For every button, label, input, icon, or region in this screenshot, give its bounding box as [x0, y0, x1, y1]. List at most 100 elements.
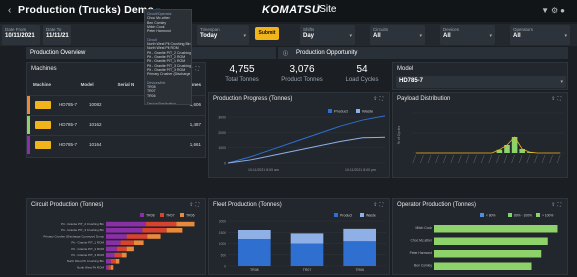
- filter-icon[interactable]: ▼: [541, 6, 551, 15]
- legend-swatch: [160, 213, 164, 217]
- x-tick: [526, 154, 530, 164]
- timespan-select[interactable]: Timespan Today ▾: [197, 25, 249, 45]
- payload-distribution-chart: % of Cycles: [397, 112, 564, 164]
- circuit-production-chart: TR08 TR07 TR06 Pit - Granite PIT_2 Crushing…: [43, 213, 195, 270]
- shifts-select[interactable]: Shifts Day ▾: [300, 25, 355, 45]
- legend-swatch: [180, 213, 184, 217]
- circuit-production-panel: Circuit Production (Tonnes) ⇪⛶ TR08 TR07 T…: [26, 198, 206, 275]
- kpi-card: 3,076 Product Tonnes: [272, 64, 332, 83]
- date-to-label: Date To: [46, 27, 62, 32]
- kpi-label: Total Tonnes: [225, 77, 259, 83]
- series-line-waste: [227, 136, 386, 164]
- x-tick: [541, 154, 546, 164]
- category-label: Primary Crusher (Discharge Conveyor) Dum…: [43, 234, 104, 238]
- legend-label: TR08: [146, 214, 155, 218]
- dropdown-item[interactable]: Device/Destination: [147, 102, 189, 104]
- panel-icons: ⇪⛶: [373, 96, 385, 102]
- expand-icon[interactable]: ⛶: [557, 96, 563, 102]
- machine-tonnes: 1,661: [189, 142, 201, 147]
- production-progress-title: Production Progress (Tonnes) ⇪⛶: [213, 96, 385, 102]
- row-color-stripe: [27, 96, 30, 114]
- circuits-select[interactable]: Circuits All ▾: [370, 25, 425, 45]
- fleet-bar: [343, 228, 376, 242]
- model-select[interactable]: HD785-7 ▾: [396, 76, 566, 88]
- operator-production-chart: < 80% 80% - 100% > 100% Mitch Cook Choc Mc.a…: [410, 213, 558, 270]
- operators-select[interactable]: Operators All ▾: [510, 25, 570, 45]
- category-label: Pit - Granite PIT_3 Crushing Bin: [61, 228, 104, 232]
- model-title: Model: [397, 66, 414, 72]
- row-color-stripe: [27, 116, 30, 134]
- circuit-bar: [126, 246, 134, 252]
- settings-icon[interactable]: ⚙: [551, 6, 560, 15]
- x-tick: [473, 154, 477, 164]
- submit-button[interactable]: Submit: [255, 27, 279, 40]
- machine-serial: 10082: [89, 102, 102, 107]
- back-arrow-icon[interactable]: ‹: [8, 5, 11, 16]
- operator-bar: [434, 225, 558, 233]
- y-tick-label: 1000: [219, 242, 226, 246]
- x-tick: [420, 154, 424, 164]
- legend-swatch: [328, 109, 332, 113]
- chevron-down-icon: ▾: [349, 33, 352, 39]
- filter-bar: Date From 10/11/2021 Date To 11/11/21 Ti…: [0, 24, 577, 46]
- category-label: Pit - Granite PIT_2 Crushing Bin: [61, 222, 104, 226]
- fleet-production-chart: Product Waste 0 500 1000 1500 2000 TR08 TR07 TR06: [219, 213, 386, 272]
- circuit-bar: [108, 265, 111, 270]
- circuit-bar: [106, 265, 109, 270]
- x-tick: [427, 154, 432, 164]
- truck-icon: [35, 121, 51, 129]
- y-tick-label: 2000: [218, 131, 226, 135]
- circuit-bar: [176, 221, 195, 227]
- y-axis-label: % of Cycles: [397, 126, 401, 145]
- operators-value: All: [513, 33, 521, 39]
- table-row[interactable]: HD785-7 10164 1,661: [27, 135, 205, 154]
- model-panel: Model HD785-7 ▾: [392, 62, 568, 90]
- user-icon[interactable]: ●: [560, 6, 567, 15]
- series-line-product: [227, 115, 386, 164]
- chevron-down-icon: ▾: [564, 33, 567, 39]
- column-header[interactable]: Machine: [31, 81, 79, 88]
- category-label: Pit - Granite PIT_3 ROM: [71, 253, 104, 257]
- chevron-down-icon: ▾: [419, 33, 422, 39]
- x-tick-label: 10:11/2021 8:00 pm: [345, 168, 376, 172]
- legend-swatch: [480, 213, 484, 217]
- circuit-bar: [106, 234, 127, 239]
- category-label: Mitch Cook: [416, 226, 433, 230]
- x-tick: [511, 154, 515, 164]
- expand-icon[interactable]: ⛶: [195, 202, 201, 208]
- table-row[interactable]: HD785-7 10162 1,487: [27, 115, 205, 134]
- dropdown-item[interactable]: Primary Crusher (Discharge Conveyor) Dum…: [147, 72, 191, 76]
- dropdown-item[interactable]: Pit - Granite PIT_1 ROM: [147, 59, 189, 63]
- circuit-bar: [115, 259, 120, 264]
- machine-model: HD785-7: [59, 142, 78, 147]
- circuit-bar: [106, 228, 143, 233]
- date-to-filter[interactable]: Date To 11/11/21: [43, 25, 71, 45]
- page-title[interactable]: Production (Trucks) Demo▾: [18, 4, 160, 16]
- x-tick: [465, 154, 470, 164]
- circuit-bar: [106, 259, 111, 264]
- timespan-value: Today: [200, 33, 218, 39]
- expand-icon[interactable]: ⛶: [195, 66, 201, 72]
- x-tick: [450, 154, 454, 164]
- date-from-filter[interactable]: Date From 10/11/2021: [2, 25, 40, 45]
- expand-icon[interactable]: ⛶: [379, 202, 385, 208]
- column-header[interactable]: Model: [79, 81, 116, 88]
- expand-icon[interactable]: ⛶: [379, 96, 385, 102]
- circuit-bar: [142, 228, 167, 233]
- devices-select[interactable]: Devices All ▾: [440, 25, 495, 45]
- expand-icon[interactable]: ⛶: [557, 202, 563, 208]
- legend-label: < 80%: [486, 214, 496, 218]
- panel-icons: ⇪⛶: [551, 202, 563, 208]
- operator-production-title: Operator Production (Tonnes) ⇪⛶: [397, 202, 563, 208]
- x-tick: [503, 154, 508, 164]
- x-tick: [481, 154, 485, 164]
- y-tick-label: 0: [224, 265, 226, 269]
- kpi-card: 54 Load Cycles: [332, 64, 392, 83]
- top-bar: ‹ Production (Trucks) Demo▾ KOMATSU iSit…: [0, 0, 577, 22]
- devices-label: Devices: [443, 27, 460, 32]
- panel-icons: ⇪⛶: [551, 96, 563, 102]
- machine-tonnes: 1,487: [189, 122, 201, 127]
- devices-value: All: [443, 33, 451, 39]
- legend-label: 80% - 100%: [514, 214, 532, 218]
- y-tick-label: 0: [224, 162, 226, 166]
